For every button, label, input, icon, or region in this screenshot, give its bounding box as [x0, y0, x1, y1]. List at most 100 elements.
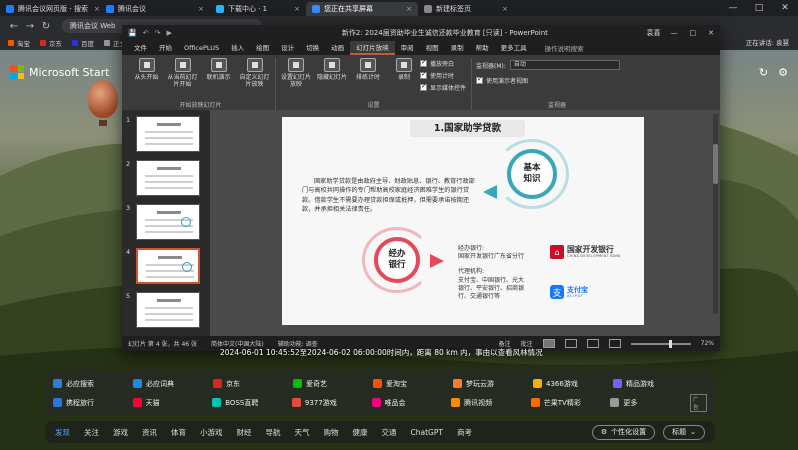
slideshow-start-button[interactable]: 联机演示	[203, 58, 235, 98]
gear-icon[interactable]: ⚙	[778, 66, 788, 79]
bookmark-item[interactable]: 百度	[72, 38, 94, 48]
slideshow-start-button[interactable]: 从头开始	[131, 58, 163, 98]
current-slide[interactable]: 1.国家助学贷款 国家助学贷款是由政府主导、财政贴息、银行、教育行政部门与高校共…	[282, 117, 644, 325]
news-tab[interactable]: 资讯	[142, 427, 157, 438]
undo-icon[interactable]: ↶	[143, 29, 149, 37]
reading-view-icon[interactable]	[586, 339, 599, 348]
news-tab[interactable]: 游戏	[113, 427, 128, 438]
browser-tab[interactable]: 下载中心 · 1 ×	[210, 2, 306, 16]
close-icon[interactable]: ×	[496, 5, 508, 13]
app-shortcut[interactable]: 天猫	[132, 398, 213, 408]
sorter-view-icon[interactable]	[564, 339, 577, 348]
app-shortcut[interactable]: 9377游戏	[291, 398, 372, 408]
slideshow-setup-button[interactable]: 隐藏幻灯片	[316, 58, 348, 98]
news-tab[interactable]: 天气	[295, 427, 310, 438]
slideshow-start-button[interactable]: 从当前幻灯片开始	[167, 58, 199, 98]
ribbon-search[interactable]: 操作说明搜索	[545, 43, 584, 53]
zoom-level[interactable]: 72%	[701, 340, 714, 347]
app-shortcut[interactable]: 爱淘宝	[373, 379, 453, 389]
back-icon[interactable]: ←	[6, 21, 22, 32]
monitor-select[interactable]: 自动	[509, 60, 620, 70]
reload-icon[interactable]: ↻	[38, 21, 54, 32]
thumbnail-row[interactable]: 4	[126, 248, 206, 284]
vertical-scrollbar[interactable]	[713, 114, 718, 314]
close-icon[interactable]: ×	[400, 5, 412, 13]
ribbon-tab[interactable]: 更多工具	[495, 41, 533, 55]
ribbon-tab[interactable]: 审阅	[395, 41, 420, 55]
ribbon-tab[interactable]: 文件	[128, 41, 153, 55]
minimize-icon[interactable]: —	[671, 29, 678, 37]
ribbon-tab[interactable]: 插入	[225, 41, 250, 55]
app-shortcut[interactable]: 芒果TV精彩	[530, 398, 611, 408]
microsoft-start-logo[interactable]: Microsoft Start	[10, 65, 109, 79]
news-tab[interactable]: 财经	[237, 427, 252, 438]
redo-icon[interactable]: ↷	[155, 29, 161, 37]
news-tab[interactable]: 商考	[457, 427, 472, 438]
save-icon[interactable]: 💾	[128, 29, 137, 37]
slideshow-setup-button[interactable]: 录制	[388, 58, 420, 98]
user-name[interactable]: 袁喜	[647, 28, 661, 38]
setup-checkbox[interactable]: 使用计时	[420, 70, 466, 80]
slide-thumbnail[interactable]	[136, 160, 200, 196]
thumbnail-row[interactable]: 3	[126, 204, 206, 240]
minimize-icon[interactable]: —	[720, 3, 746, 13]
slide-thumbnail[interactable]	[136, 292, 200, 328]
browser-tab[interactable]: 新建标签页 ×	[418, 2, 514, 16]
ribbon-tab[interactable]: 视图	[420, 41, 445, 55]
close-icon[interactable]: ×	[88, 5, 100, 13]
ribbon-tab[interactable]: 帮助	[470, 41, 495, 55]
ribbon-tab[interactable]: 录制	[445, 41, 470, 55]
thumbnail-row[interactable]: 1	[126, 116, 206, 152]
news-tab[interactable]: 小游戏	[200, 427, 223, 438]
app-shortcut[interactable]: 唯品会	[371, 398, 452, 408]
app-shortcut[interactable]: 必应搜索	[53, 379, 133, 389]
slide-thumbnail[interactable]	[136, 204, 200, 240]
app-shortcut[interactable]: 精品游戏	[613, 379, 693, 389]
slideshow-start-button[interactable]: 自定义幻灯片放映	[239, 58, 271, 98]
maximize-icon[interactable]: □	[746, 3, 772, 13]
app-shortcut[interactable]: 爱奇艺	[293, 379, 373, 389]
close-icon[interactable]: ✕	[772, 3, 798, 13]
slideshow-setup-button[interactable]: 排练计时	[352, 58, 384, 98]
close-icon[interactable]: ✕	[708, 29, 714, 37]
app-shortcut[interactable]: 京东	[213, 379, 293, 389]
refresh-icon[interactable]: ↻	[759, 66, 768, 79]
thumbnail-row[interactable]: 2	[126, 160, 206, 196]
news-tab[interactable]: 发现	[55, 427, 70, 438]
news-tab[interactable]: 健康	[353, 427, 368, 438]
app-shortcut[interactable]: 4366游戏	[533, 379, 613, 389]
thumbnail-row[interactable]: 5	[126, 292, 206, 328]
ribbon-tab[interactable]: 动画	[325, 41, 350, 55]
news-tab[interactable]: 购物	[324, 427, 339, 438]
ribbon-tab[interactable]: 幻灯片放映	[350, 41, 395, 55]
ribbon-tab[interactable]: 绘图	[250, 41, 275, 55]
slideshow-view-icon[interactable]	[608, 339, 621, 348]
news-tab[interactable]: ChatGPT	[411, 428, 443, 437]
normal-view-icon[interactable]	[542, 339, 555, 348]
app-shortcut[interactable]: 更多	[610, 398, 690, 408]
news-tab[interactable]: 交通	[382, 427, 397, 438]
setup-checkbox[interactable]: 显示媒体控件	[420, 82, 466, 92]
close-icon[interactable]: ×	[192, 5, 204, 13]
bookmark-item[interactable]: 淘宝	[8, 38, 30, 48]
news-tab[interactable]: 体育	[171, 427, 186, 438]
news-tab[interactable]: 导航	[266, 427, 281, 438]
setup-checkbox[interactable]: 播放旁白	[420, 58, 466, 68]
news-tab[interactable]: 关注	[84, 427, 99, 438]
ribbon-tab[interactable]: 开始	[153, 41, 178, 55]
app-shortcut[interactable]: 腾讯视频	[451, 398, 531, 408]
app-shortcut[interactable]: 必应词典	[133, 379, 213, 389]
ribbon-tab[interactable]: OfficePLUS	[178, 41, 225, 55]
maximize-icon[interactable]: □	[690, 29, 697, 37]
app-shortcut[interactable]: BOSS直聘	[212, 398, 292, 408]
presenter-view-checkbox[interactable]: 使用演示者视图	[476, 75, 528, 85]
forward-icon[interactable]: →	[22, 21, 38, 32]
zoom-slider[interactable]	[630, 339, 691, 348]
app-shortcut[interactable]: 梦玩云游	[453, 379, 533, 389]
browser-tab[interactable]: 您正在共享屏幕 ×	[306, 2, 418, 16]
browser-tab[interactable]: 腾讯会议 ×	[100, 2, 210, 16]
browser-tab[interactable]: 腾讯会议网页版 - 搜索 ×	[0, 2, 100, 16]
ribbon-tab[interactable]: 切换	[300, 41, 325, 55]
slide-thumbnail[interactable]	[136, 248, 200, 284]
titles-dropdown[interactable]: 标题 ⌄	[663, 424, 705, 440]
